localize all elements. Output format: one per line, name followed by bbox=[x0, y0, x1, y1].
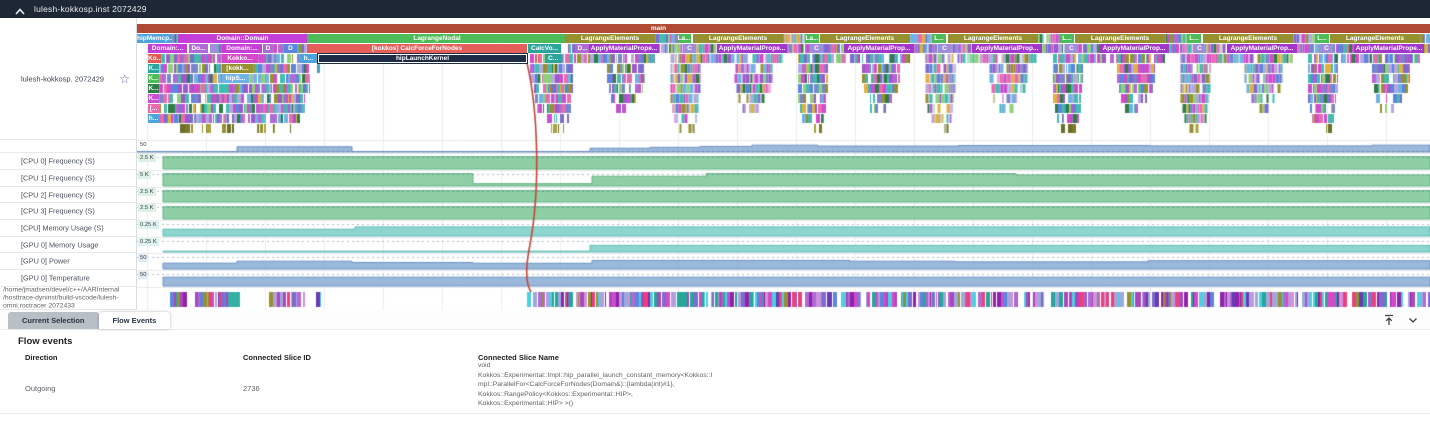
slice-c-teal[interactable]: C... bbox=[545, 54, 561, 63]
slice-cycle[interactable]: La... bbox=[805, 34, 819, 43]
slice-small[interactable] bbox=[210, 44, 218, 53]
slice-cycle[interactable]: L... bbox=[932, 34, 946, 43]
slice-br[interactable]: [... bbox=[148, 104, 159, 113]
tab-flow-events[interactable]: Flow Events bbox=[99, 312, 171, 329]
slice-domain[interactable]: Domain:... bbox=[148, 44, 187, 53]
slice-cycle[interactable]: ApplyMaterialPrope... bbox=[589, 44, 659, 53]
counter-value-chip: 2.5 K bbox=[138, 154, 156, 162]
col-header-slice-id: Connected Slice ID bbox=[243, 353, 311, 362]
collapse-panel-icon[interactable] bbox=[1406, 313, 1420, 327]
track-counter-2[interactable]: [CPU 1] Frequency (S) bbox=[0, 170, 137, 187]
slice-cycle[interactable]: ApplyMaterialProp... bbox=[972, 44, 1042, 53]
slice-hiplaunchkernel[interactable]: hipLaunchKernel bbox=[318, 54, 527, 63]
counter-value-chip: 2.5 K bbox=[138, 204, 156, 212]
expand-panel-icon[interactable] bbox=[1382, 313, 1396, 327]
slice-cycle[interactable]: LagrangeElements bbox=[693, 34, 783, 43]
flow-row-direction: Outgoing bbox=[25, 384, 55, 393]
slice-main[interactable]: main bbox=[137, 24, 1430, 33]
trace-title: lulesh-kokkosp.inst 2072429 bbox=[34, 4, 147, 14]
track-counter-7[interactable]: [GPU 0] Power bbox=[0, 253, 137, 270]
slice-ko[interactable]: Ko... bbox=[148, 54, 161, 63]
slice-cycle[interactable]: L... bbox=[1187, 34, 1201, 43]
slice-cycle[interactable]: L... bbox=[1060, 34, 1074, 43]
track-group-header[interactable]: lulesh-kokkosp.inst 2072429 bbox=[0, 0, 1430, 18]
slice-d1[interactable]: D bbox=[263, 44, 273, 53]
slice-d3[interactable]: D... bbox=[575, 44, 590, 53]
slice-cycle[interactable]: L... bbox=[1315, 34, 1329, 43]
track-counter-0[interactable] bbox=[0, 140, 137, 153]
track-counter-8[interactable]: [GPU 0] Temperature bbox=[0, 270, 137, 287]
track-counter-4[interactable]: [CPU 3] Frequency (S) bbox=[0, 203, 137, 220]
slice-calcvolume[interactable]: CalcVo... bbox=[528, 44, 561, 53]
slice-domain-domain[interactable]: Domain::Domain bbox=[178, 34, 307, 43]
flow-row-slice-id: 2736 bbox=[243, 384, 260, 393]
col-header-direction: Direction bbox=[25, 353, 58, 362]
slice-calcforcefornodes[interactable]: [kokkos] CalcForceForNodes bbox=[307, 44, 527, 53]
slice-cycle[interactable]: ApplyMaterialPrope... bbox=[717, 44, 787, 53]
slice-cycle[interactable]: ApplyMaterialProp... bbox=[1227, 44, 1297, 53]
slice-cycle[interactable]: LagrangeElements bbox=[1203, 34, 1293, 43]
slice-h1[interactable]: h... bbox=[300, 54, 317, 63]
slice-cycle[interactable]: C bbox=[1193, 44, 1206, 53]
perfetto-trace-viewer: lulesh-kokkosp.inst 2072429 lulesh-kokko… bbox=[0, 0, 1430, 422]
counter-value-chip: 0.25 K bbox=[138, 221, 159, 229]
slice-k3[interactable]: K... bbox=[148, 84, 159, 93]
collapse-chevron-icon[interactable] bbox=[14, 4, 26, 14]
pin-track-star-icon[interactable]: ☆ bbox=[119, 73, 130, 85]
slice-cycle[interactable]: La... bbox=[677, 34, 691, 43]
slice-kokko[interactable]: Kokko... bbox=[222, 54, 258, 63]
counter-value-chip: 50 bbox=[138, 271, 148, 279]
track-counter-3[interactable]: [CPU 2] Frequency (S) bbox=[0, 187, 137, 203]
slice-hips[interactable]: hipS... bbox=[222, 74, 249, 83]
flow-events-heading: Flow events bbox=[18, 336, 72, 347]
counter-value-chip: 0.25 K bbox=[138, 238, 159, 246]
counter-value-chip: 50 bbox=[138, 141, 148, 149]
track-roctracer[interactable]: /home/jmadsen/devel/c++/AARInternal /hos… bbox=[0, 287, 137, 310]
slice-cycle[interactable]: C bbox=[938, 44, 951, 53]
counter-value-chip: 5 K bbox=[138, 171, 151, 179]
slice-cycle[interactable]: ApplyMaterialPrope... bbox=[1354, 44, 1424, 53]
slice-cycle[interactable]: LagrangeElements bbox=[1330, 34, 1420, 43]
details-tabstrip: Current Selection Flow Events bbox=[0, 311, 1430, 330]
slice-cycle[interactable]: C bbox=[1320, 44, 1333, 53]
slice-do[interactable]: Do... bbox=[189, 44, 208, 53]
tab-current-selection[interactable]: Current Selection bbox=[8, 312, 99, 329]
slice-k2[interactable]: K... bbox=[148, 74, 159, 83]
track-main-thread[interactable]: lulesh-kokkosp. 2072429☆ bbox=[0, 18, 137, 140]
slice-domain2[interactable]: Domain:... bbox=[222, 44, 262, 53]
slice-h2[interactable]: h... bbox=[148, 114, 159, 123]
slice-cycle[interactable]: C bbox=[683, 44, 696, 53]
slice-cycle[interactable]: LagrangeElements bbox=[820, 34, 910, 43]
counter-value-chip: 2.5 K bbox=[138, 188, 156, 196]
slice-hipmemcpy[interactable]: hipMemcp... bbox=[137, 34, 172, 43]
slice-cycle[interactable]: ApplyMaterialProp... bbox=[1099, 44, 1169, 53]
slice-lagrange-nodal[interactable]: LagrangeNodal bbox=[307, 34, 567, 43]
counter-value-chip: 50 bbox=[138, 254, 148, 262]
slice-d2[interactable]: D bbox=[284, 44, 297, 53]
slice-kokk[interactable]: [kokk... bbox=[222, 64, 253, 73]
slice-k1[interactable]: K... bbox=[148, 64, 159, 73]
panel-divider bbox=[0, 413, 1430, 414]
track-counter-1[interactable]: [CPU 0] Frequency (S) bbox=[0, 153, 137, 170]
track-counter-5[interactable]: [CPU] Memory Usage (S) bbox=[0, 220, 137, 237]
slice-cycle[interactable]: C bbox=[1065, 44, 1078, 53]
flow-row-slice-name: void Kokkos::Experimental::Impl::hip_par… bbox=[478, 361, 712, 409]
track-counter-6[interactable]: [GPU 0] Memory Usage bbox=[0, 237, 137, 253]
slice-k4[interactable]: K... bbox=[148, 94, 159, 103]
slice-cycle[interactable]: LagrangeElements bbox=[948, 34, 1038, 43]
slice-cycle[interactable]: LagrangeElements bbox=[565, 34, 655, 43]
slice-cycle[interactable]: C bbox=[810, 44, 823, 53]
slice-cycle[interactable]: ApplyMaterialProp... bbox=[844, 44, 914, 53]
slice-cycle[interactable]: LagrangeElements bbox=[1075, 34, 1165, 43]
